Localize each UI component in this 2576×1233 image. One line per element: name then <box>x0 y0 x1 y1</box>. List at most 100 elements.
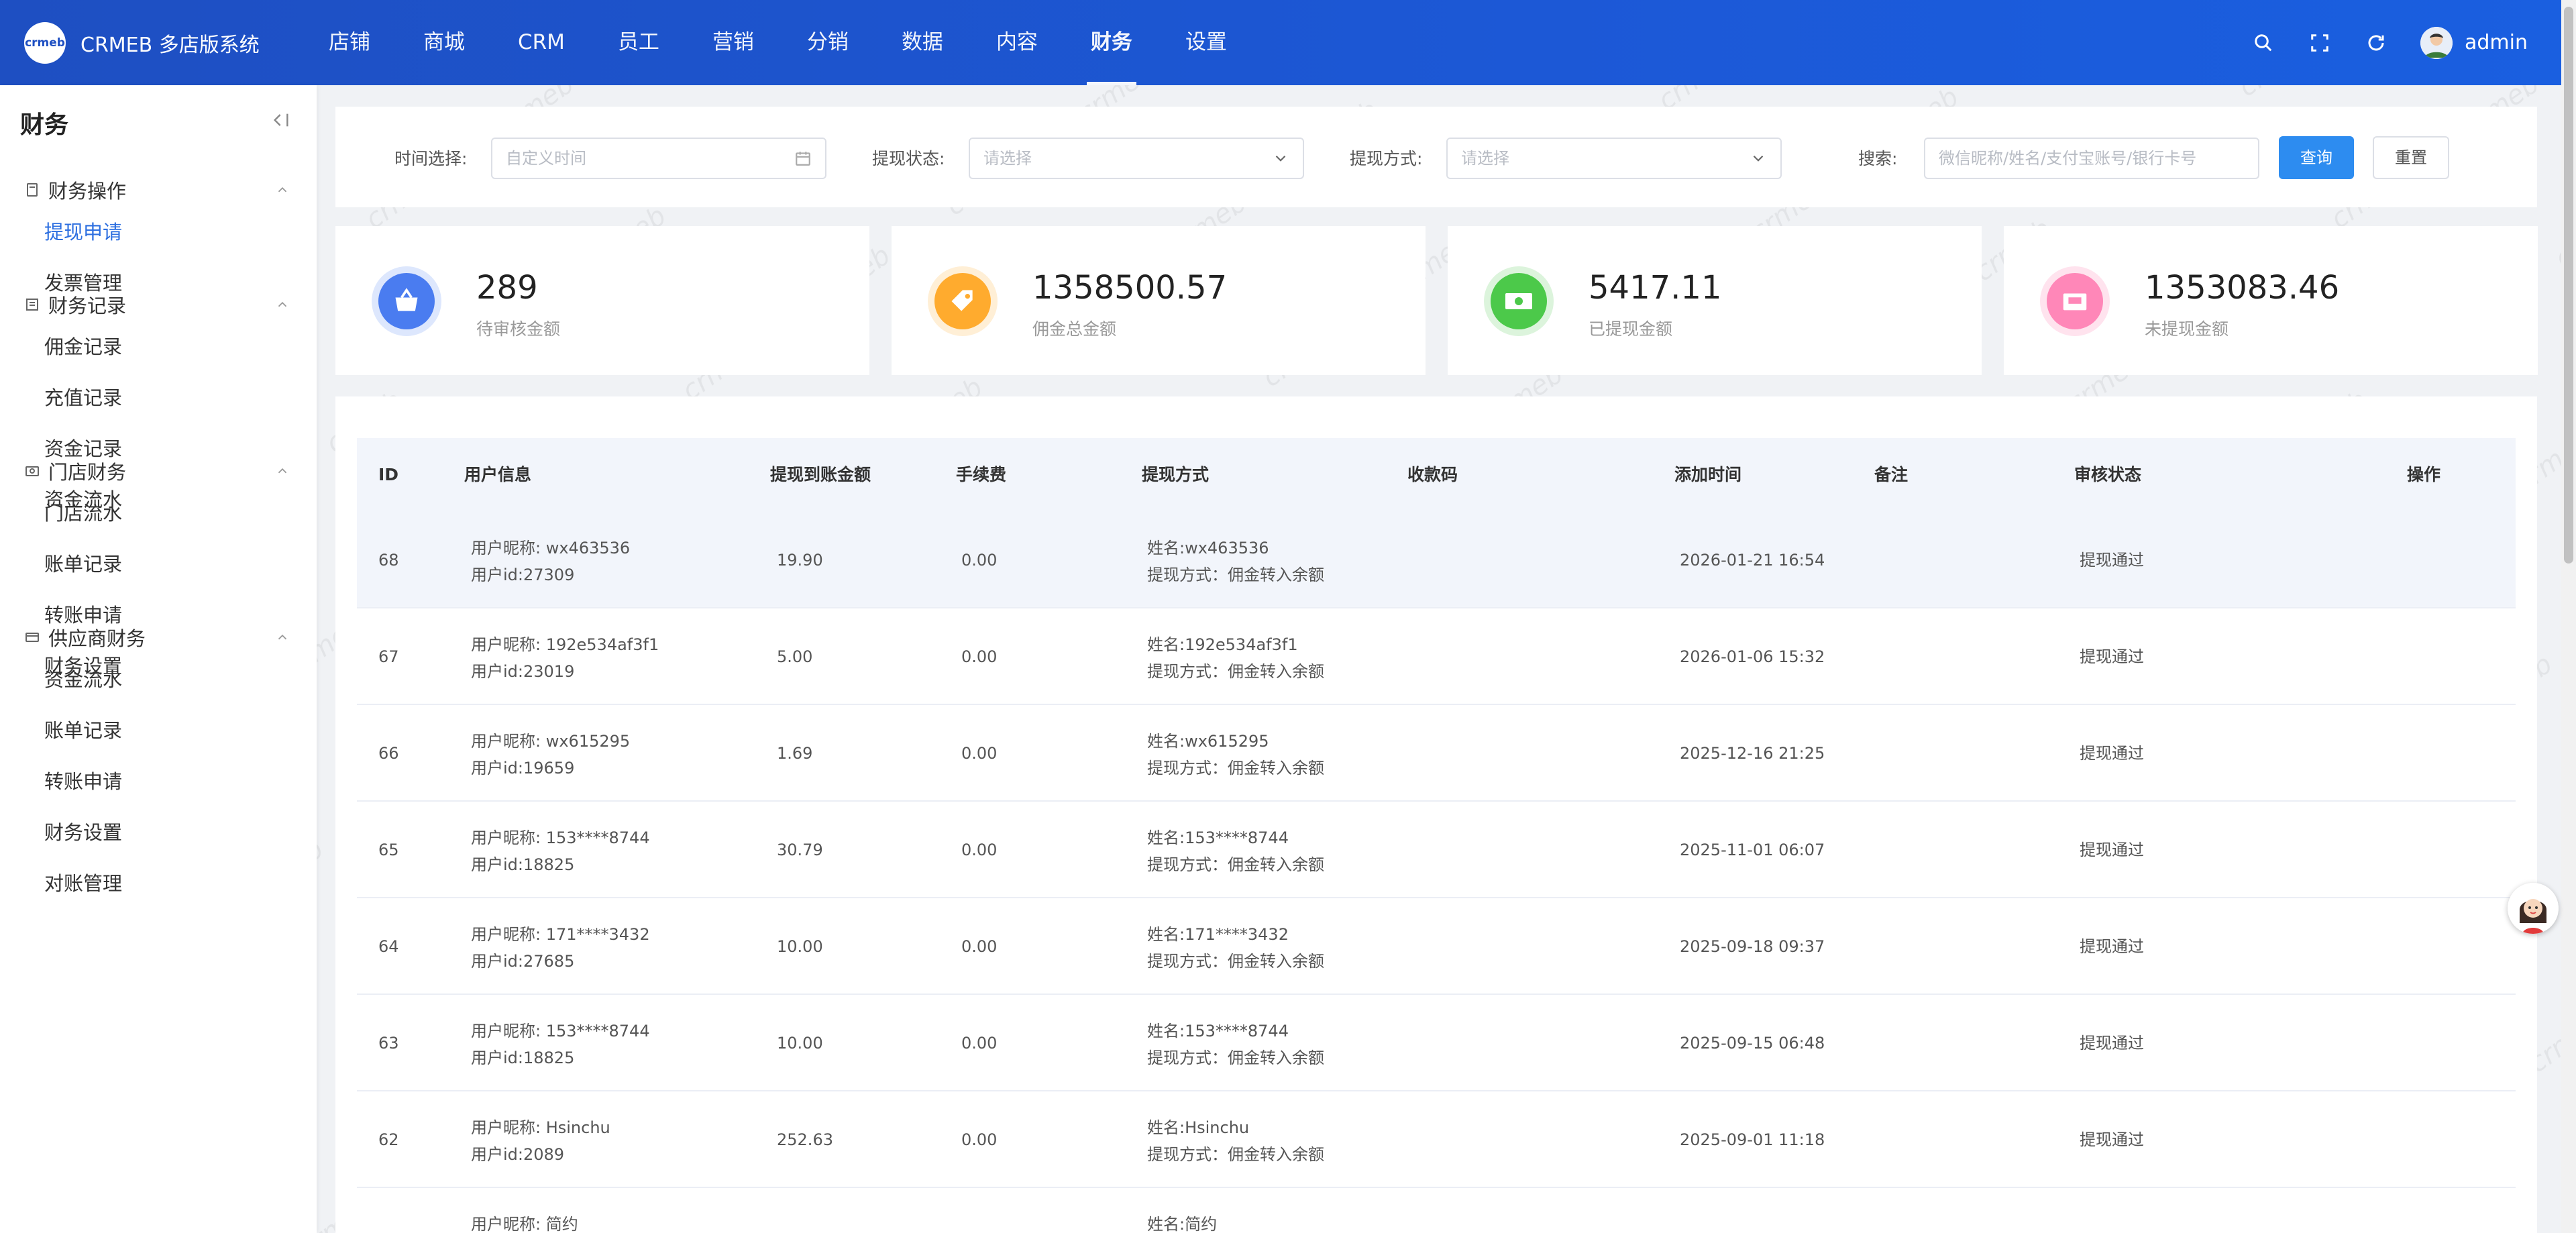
sidebar-item-store-bills[interactable]: 账单记录 <box>44 539 189 590</box>
stat-label: 已提现金额 <box>1589 319 1673 339</box>
cell-amount: 1.69 <box>777 744 813 763</box>
sidebar-item-supplier-transfer[interactable]: 转账申请 <box>44 756 189 807</box>
cell-method: 姓名:153****8744 提现方式：佣金转入余额 <box>1147 1022 1324 1067</box>
nav-item-data[interactable]: 数据 <box>885 0 959 85</box>
cell-time: 2026-01-21 16:54 <box>1680 551 1825 570</box>
refresh-icon[interactable] <box>2363 30 2390 56</box>
cell-id: 64 <box>378 937 399 956</box>
chevron-up-icon <box>278 186 287 193</box>
table-row[interactable]: 65 用户昵称: 153****8744 用户id:18825 30.79 0.0… <box>357 802 2516 898</box>
list-icon <box>26 299 38 311</box>
sidebar-group-head[interactable]: 财务操作 <box>0 173 317 207</box>
stat-icon-ring <box>2040 266 2110 336</box>
store-icon <box>25 466 39 476</box>
sidebar-group-supplier-finance: 供应商财务 资金流水 账单记录 转账申请 财务设置 对账管理 <box>0 621 317 909</box>
nav-item-settings[interactable]: 设置 <box>1169 0 1243 85</box>
table-row[interactable]: 64 用户昵称: 171****3432 用户id:27685 10.00 0.0… <box>357 898 2516 995</box>
customer-service-avatar[interactable] <box>2508 883 2559 934</box>
search-input[interactable]: 微信昵称/姓名/支付宝账号/银行卡号 <box>1924 138 2259 179</box>
cell-time: 2025-12-16 21:25 <box>1680 744 1825 763</box>
cell-fee: 0.00 <box>961 1034 998 1053</box>
stat-label: 佣金总金额 <box>1032 319 1117 339</box>
search-icon[interactable] <box>2250 30 2277 56</box>
table-row-partial[interactable]: 用户昵称: 简约 姓名:简约 <box>357 1188 2516 1233</box>
fullscreen-icon[interactable] <box>2306 30 2333 56</box>
col-actions: 操作 <box>2407 465 2441 484</box>
chevron-down-icon <box>1275 155 1286 162</box>
cell-user-info: 用户昵称: 192e534af3f1 用户id:23019 <box>471 635 659 681</box>
cell-user-info: 用户昵称: 171****3432 用户id:27685 <box>471 925 650 971</box>
top-navbar: crmeb CRMEB 多店版系统 店铺 商城 CRM 员工 营销 分销 数据 … <box>0 0 2561 85</box>
cell-time: 2026-01-06 15:32 <box>1680 647 1825 666</box>
nav-item-store[interactable]: 店铺 <box>313 0 386 85</box>
chevron-up-icon <box>278 301 287 307</box>
sidebar-item-commission-records[interactable]: 佣金记录 <box>44 321 189 372</box>
user-name[interactable]: admin <box>2465 31 2528 54</box>
sidebar: 财务 财务操作 提现申请 发票管理 财务记录 佣金记录 充值记录 资金记录 资金… <box>0 85 317 1233</box>
sidebar-group-head[interactable]: 财务记录 <box>0 288 317 321</box>
nav-item-staff[interactable]: 员工 <box>602 0 676 85</box>
nav-item-finance[interactable]: 财务 <box>1075 0 1148 85</box>
sidebar-item-withdraw-apply[interactable]: 提现申请 <box>44 207 189 258</box>
table-row[interactable]: 67 用户昵称: 192e534af3f1 用户id:23019 5.00 0.0… <box>357 608 2516 705</box>
collapse-sidebar-icon[interactable] <box>270 109 292 131</box>
reset-button[interactable]: 重置 <box>2373 136 2449 179</box>
stat-card-withdrawn: 5417.11 已提现金额 <box>1448 226 1982 375</box>
cell-method: 姓名:171****3432 提现方式：佣金转入余额 <box>1147 925 1324 971</box>
cell-id: 62 <box>378 1130 399 1149</box>
col-id: ID <box>378 465 399 484</box>
cell-amount: 5.00 <box>777 647 813 666</box>
brand-logo[interactable]: crmeb CRMEB 多店版系统 <box>24 22 260 64</box>
sidebar-item-supplier-fund-flow[interactable]: 资金流水 <box>44 654 189 705</box>
document-icon <box>27 183 38 197</box>
table-row[interactable]: 63 用户昵称: 153****8744 用户id:18825 10.00 0.0… <box>357 995 2516 1091</box>
cell-fee: 0.00 <box>961 647 998 666</box>
cell-user-info: 用户昵称: wx615295 用户id:19659 <box>471 732 631 778</box>
nav-item-marketing[interactable]: 营销 <box>696 0 770 85</box>
filter-bar: 时间选择: 自定义时间 提现状态: 请选择 提现方式: 请选择 搜索: 微信昵称… <box>335 107 2537 207</box>
nav-item-crm[interactable]: CRM <box>502 0 581 85</box>
cell-fee: 0.00 <box>961 744 998 763</box>
cell-user-info: 用户昵称: 153****8744 用户id:18825 <box>471 1022 650 1067</box>
stat-icon-ring <box>372 266 441 336</box>
stat-value: 1358500.57 <box>1032 269 1228 307</box>
query-button[interactable]: 查询 <box>2279 136 2354 179</box>
cell-status: 提现通过 <box>2080 1034 2144 1053</box>
table-row[interactable]: 62 用户昵称: Hsinchu 用户id:2089 252.63 0.00 姓名… <box>357 1091 2516 1188</box>
sidebar-item-store-flow[interactable]: 门店流水 <box>44 488 189 539</box>
cell-amount: 10.00 <box>777 1034 823 1053</box>
page-scrollbar[interactable] <box>2561 0 2576 1233</box>
stat-value: 5417.11 <box>1589 269 1722 307</box>
method-filter-label: 提现方式: <box>1350 149 1423 168</box>
basket-icon <box>395 288 418 311</box>
nav-item-distribution[interactable]: 分销 <box>791 0 865 85</box>
cell-method: 姓名:192e534af3f1 提现方式：佣金转入余额 <box>1147 635 1324 681</box>
nav-item-content[interactable]: 内容 <box>980 0 1054 85</box>
sidebar-item-supplier-settings[interactable]: 财务设置 <box>44 807 189 858</box>
sidebar-item-recharge-records[interactable]: 充值记录 <box>44 372 189 423</box>
stat-label: 待审核金额 <box>476 319 561 339</box>
cell-time: 2025-09-15 06:48 <box>1680 1034 1825 1053</box>
user-avatar[interactable] <box>2420 26 2453 59</box>
sidebar-item-supplier-bills[interactable]: 账单记录 <box>44 705 189 756</box>
time-range-picker[interactable]: 自定义时间 <box>491 138 826 179</box>
cell-status: 提现通过 <box>2080 647 2144 666</box>
status-select-placeholder: 请选择 <box>983 149 1032 168</box>
col-remark: 备注 <box>1874 465 1909 484</box>
cell-id: 67 <box>378 647 399 666</box>
time-range-placeholder: 自定义时间 <box>506 149 586 168</box>
cash-register-icon <box>2063 293 2087 311</box>
method-select[interactable]: 请选择 <box>1446 138 1782 179</box>
scrollbar-thumb[interactable] <box>2564 7 2573 564</box>
chevron-down-icon <box>1753 155 1764 162</box>
sidebar-item-reconciliation[interactable]: 对账管理 <box>44 858 189 909</box>
cell-fee: 0.00 <box>961 551 998 570</box>
status-select[interactable]: 请选择 <box>969 138 1304 179</box>
table-row[interactable]: 68 用户昵称: wx463536 用户id:27309 19.90 0.00 姓… <box>357 512 2516 608</box>
table-row[interactable]: 66 用户昵称: wx615295 用户id:19659 1.69 0.00 姓名… <box>357 705 2516 802</box>
sidebar-group-head[interactable]: 门店财务 <box>0 454 317 488</box>
top-tools: admin <box>2220 0 2528 85</box>
sidebar-group-head[interactable]: 供应商财务 <box>0 621 317 654</box>
nav-item-mall[interactable]: 商城 <box>407 0 481 85</box>
stat-card-pending: 289 待审核金额 <box>335 226 869 375</box>
